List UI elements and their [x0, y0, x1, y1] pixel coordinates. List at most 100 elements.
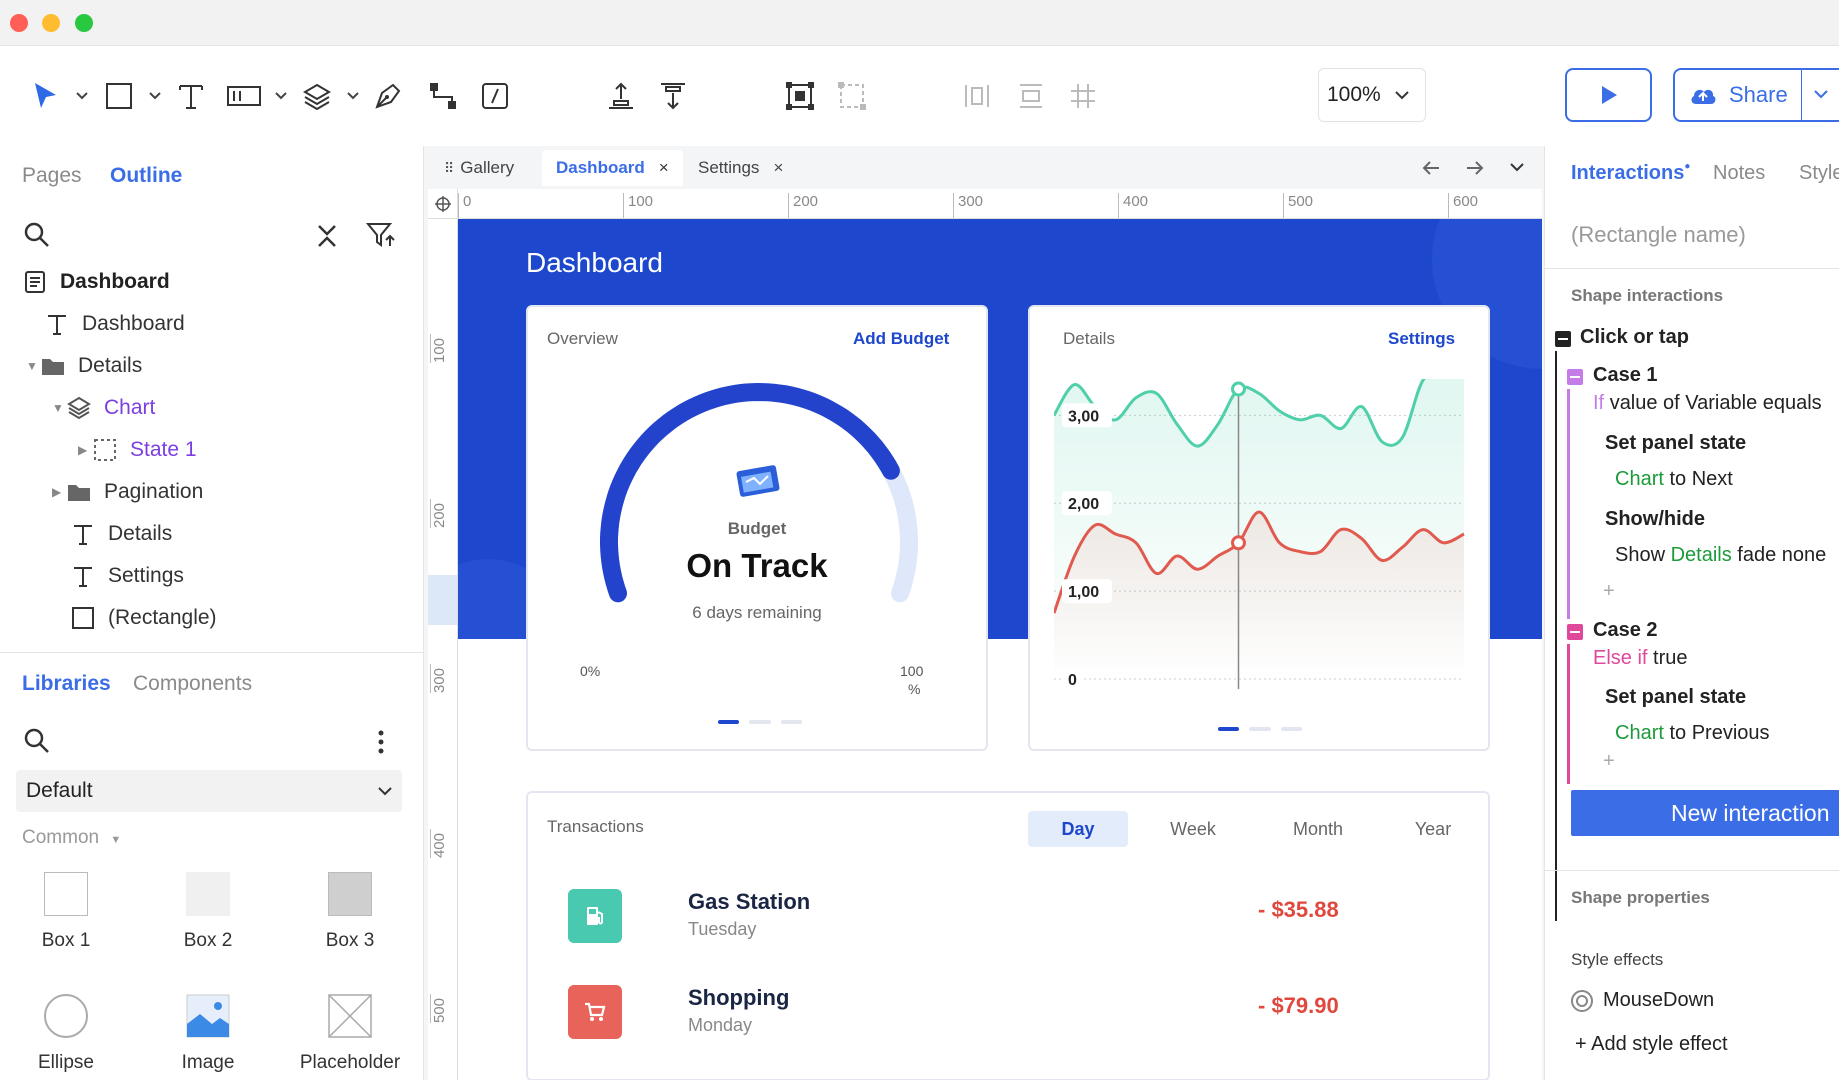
action-title[interactable]: Show/hide	[1605, 508, 1705, 531]
minimize-window-button[interactable]	[42, 14, 60, 32]
chevron-down-icon[interactable]	[76, 46, 88, 146]
preview-button[interactable]	[1565, 68, 1652, 122]
widget-image[interactable]: Image	[148, 994, 268, 1074]
widget-box-2[interactable]: Box 2	[148, 872, 268, 952]
case-title[interactable]: Case 1	[1593, 364, 1658, 387]
highlight-point[interactable]	[1231, 535, 1246, 551]
add-style-effect-button[interactable]: + Add style effect	[1575, 1033, 1728, 1056]
select-tool-icon[interactable]	[30, 46, 62, 146]
case-title[interactable]: Case 2	[1593, 619, 1658, 642]
filter-icon[interactable]	[366, 222, 396, 248]
action-detail[interactable]: Chart to Previous	[1615, 722, 1770, 745]
panel-divider[interactable]	[0, 652, 424, 653]
action-detail[interactable]: Show Details fade none	[1615, 544, 1826, 567]
outline-item-page[interactable]: Dashboard	[22, 260, 170, 303]
zoom-select[interactable]: 100%	[1318, 68, 1426, 122]
add-budget-link[interactable]: Add Budget	[853, 329, 949, 349]
shape-name-input[interactable]: (Rectangle name)	[1571, 222, 1746, 248]
tab-style[interactable]: Style	[1799, 162, 1839, 185]
search-icon[interactable]	[24, 728, 50, 754]
mousedown-radio-icon[interactable]	[1570, 989, 1594, 1013]
outline-item[interactable]: ▶ State 1	[78, 428, 197, 471]
layers-icon[interactable]	[302, 46, 332, 146]
pagination-dot[interactable]	[1249, 727, 1271, 731]
interaction-event[interactable]: Click or tap	[1580, 326, 1689, 349]
outline-item[interactable]: Settings	[70, 554, 184, 597]
rectangle-tool-icon[interactable]	[104, 46, 134, 146]
tab-pages[interactable]: Pages	[22, 164, 82, 188]
highlight-point[interactable]	[1231, 381, 1246, 397]
pen-tool-icon[interactable]	[373, 46, 403, 146]
collapse-icon[interactable]	[1555, 331, 1571, 347]
category-select[interactable]: Common ▼	[22, 827, 121, 849]
chevron-down-icon[interactable]	[149, 46, 161, 146]
period-month[interactable]: Month	[1258, 811, 1378, 847]
chevron-down-icon[interactable]	[275, 46, 287, 146]
text-tool-icon[interactable]	[176, 46, 206, 146]
chevron-down-icon[interactable]	[1814, 90, 1828, 99]
bring-forward-icon[interactable]	[604, 46, 638, 146]
tab-settings[interactable]: Settings ×	[698, 150, 783, 186]
close-tab-icon[interactable]: ×	[659, 158, 669, 178]
connector-tool-icon[interactable]	[428, 46, 458, 146]
group-icon[interactable]	[784, 46, 816, 146]
outline-item[interactable]: ▼ Details	[26, 344, 142, 387]
pagination-dot[interactable]	[780, 720, 802, 724]
outline-item[interactable]: (Rectangle)	[70, 596, 217, 639]
more-options-icon[interactable]	[378, 730, 384, 754]
search-icon[interactable]	[24, 222, 50, 248]
tab-libraries[interactable]: Libraries	[22, 672, 111, 696]
period-year[interactable]: Year	[1388, 811, 1478, 847]
close-tab-icon[interactable]: ×	[773, 158, 783, 178]
widget-ellipse[interactable]: Ellipse	[6, 994, 126, 1074]
caret-right-icon[interactable]: ▶	[78, 443, 92, 457]
pagination-dot[interactable]	[749, 720, 771, 724]
outline-item[interactable]: ▶ Pagination	[52, 470, 203, 513]
action-title[interactable]: Set panel state	[1605, 432, 1746, 455]
tab-interactions[interactable]: Interactions●	[1571, 161, 1690, 185]
collapse-icon[interactable]	[1567, 369, 1583, 385]
text-field-tool-icon[interactable]	[226, 46, 262, 146]
arrow-left-icon[interactable]	[1422, 160, 1440, 176]
tab-components[interactable]: Components	[133, 672, 252, 696]
outline-item[interactable]: Details	[70, 512, 172, 555]
chevron-down-icon[interactable]	[347, 46, 359, 146]
widget-box-1[interactable]: Box 1	[6, 872, 126, 952]
close-window-button[interactable]	[10, 14, 28, 32]
table-row[interactable]: Gas Station Tuesday - $35.88	[568, 889, 1468, 969]
pagination-dot[interactable]	[1280, 727, 1302, 731]
widget-box-3[interactable]: Box 3	[290, 872, 410, 952]
tab-notes[interactable]: Notes	[1713, 162, 1765, 185]
add-action-icon[interactable]: +	[1603, 580, 1615, 603]
mousedown-effect[interactable]: MouseDown	[1603, 989, 1714, 1012]
caret-right-icon[interactable]: ▶	[52, 485, 66, 499]
collapse-all-icon[interactable]	[316, 224, 338, 248]
pagination-dot[interactable]	[718, 720, 740, 724]
chevron-down-icon[interactable]	[1510, 163, 1524, 172]
ruler-origin[interactable]	[428, 189, 458, 219]
hotspot-tool-icon[interactable]	[480, 46, 510, 146]
caret-down-icon[interactable]: ▼	[52, 401, 66, 415]
action-detail[interactable]: Chart to Next	[1615, 468, 1733, 491]
period-day[interactable]: Day	[1028, 811, 1128, 847]
zoom-window-button[interactable]	[75, 14, 93, 32]
library-select[interactable]: Default	[16, 770, 402, 812]
widget-placeholder[interactable]: Placeholder	[290, 994, 410, 1074]
add-action-icon[interactable]: +	[1603, 750, 1615, 773]
arrow-right-icon[interactable]	[1466, 160, 1484, 176]
period-week[interactable]: Week	[1138, 811, 1248, 847]
action-title[interactable]: Set panel state	[1605, 686, 1746, 709]
table-row[interactable]: Shopping Monday - $79.90	[568, 985, 1468, 1065]
settings-link[interactable]: Settings	[1388, 329, 1455, 349]
tab-outline[interactable]: Outline	[110, 164, 182, 188]
outline-item[interactable]: Dashboard	[44, 302, 185, 345]
share-button[interactable]: Share	[1673, 68, 1839, 122]
pagination-dot[interactable]	[1218, 727, 1240, 731]
new-interaction-button[interactable]: New interaction	[1571, 790, 1839, 836]
outline-item[interactable]: ▼ Chart	[52, 386, 155, 429]
caret-down-icon[interactable]: ▼	[26, 359, 40, 373]
tab-gallery[interactable]: ⠿ Gallery	[444, 150, 514, 186]
tab-dashboard[interactable]: Dashboard ×	[542, 150, 683, 186]
send-backward-icon[interactable]	[656, 46, 690, 146]
collapse-icon[interactable]	[1567, 624, 1583, 640]
